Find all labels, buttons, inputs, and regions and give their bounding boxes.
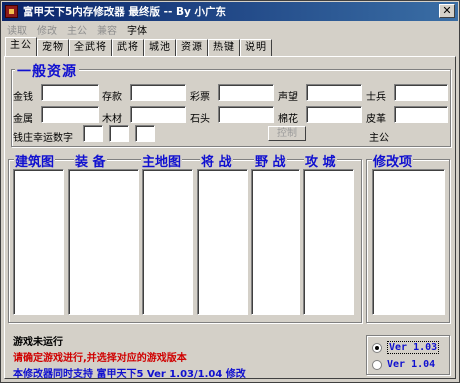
tab-lord[interactable]: 主公 (5, 37, 37, 56)
tab-strip: 主公 宠物 全武将 武将 城池 资源 热键 说明 (5, 37, 272, 56)
game-status-text: 游戏未运行 (13, 337, 63, 348)
equipment-list[interactable] (68, 169, 139, 315)
menu-compat[interactable]: 兼容 (92, 22, 122, 37)
label-lucky-number: 钱庄幸运数字 (13, 133, 73, 144)
building-list[interactable] (13, 169, 64, 315)
radio-ver-104[interactable]: Ver 1.04 (372, 359, 435, 370)
main-window: 富甲天下5内存修改器 最终版 -- By 小广东 ✕ 读取 修改 主公 兼容 字… (0, 0, 460, 383)
deposit-field[interactable] (130, 84, 186, 101)
label-money: 金钱 (13, 92, 33, 103)
tab-hotkeys[interactable]: 热键 (208, 39, 240, 56)
control-button[interactable]: 控制 (268, 126, 306, 141)
radio-ver-103[interactable]: Ver 1.03 (372, 341, 440, 354)
stone-field[interactable] (218, 106, 274, 123)
radio-104-dot[interactable] (372, 359, 382, 370)
tab-generals[interactable]: 武将 (112, 39, 144, 56)
field-battle-list[interactable] (251, 169, 300, 315)
tab-help[interactable]: 说明 (240, 39, 272, 56)
label-soldiers: 士兵 (366, 92, 386, 103)
menu-font[interactable]: 字体 (122, 22, 152, 37)
radio-104-label[interactable]: Ver 1.04 (387, 359, 435, 370)
menu-lord[interactable]: 主公 (62, 22, 92, 37)
label-fame: 声望 (278, 92, 298, 103)
tab-resources[interactable]: 资源 (176, 39, 208, 56)
header-general-battle: 将 战 (200, 151, 233, 170)
leather-field[interactable] (394, 106, 448, 123)
menu-read[interactable]: 读取 (2, 22, 32, 37)
tab-pets[interactable]: 宠物 (37, 39, 69, 56)
header-equipment: 装 备 (74, 151, 107, 170)
soldiers-field[interactable] (394, 84, 448, 101)
header-main-map: 主地图 (141, 151, 183, 170)
tab-cities[interactable]: 城池 (144, 39, 176, 56)
tab-all-generals[interactable]: 全武将 (69, 39, 112, 56)
cotton-field[interactable] (306, 106, 362, 123)
header-building: 建筑图 (14, 151, 56, 170)
fame-field[interactable] (306, 84, 362, 101)
label-lord: 主公 (369, 133, 389, 144)
app-icon (5, 5, 18, 18)
menu-bar: 读取 修改 主公 兼容 字体 (2, 21, 458, 37)
title-bar[interactable]: 富甲天下5内存修改器 最终版 -- By 小广东 ✕ (2, 2, 458, 21)
radio-103-dot[interactable] (372, 342, 382, 353)
header-modify-items: 修改项 (372, 151, 414, 170)
modify-items-list[interactable] (372, 169, 445, 315)
label-lottery: 彩票 (190, 92, 210, 103)
wood-field[interactable] (130, 106, 186, 123)
label-cotton: 棉花 (278, 114, 298, 125)
label-leather: 皮革 (366, 114, 386, 125)
label-deposit: 存款 (102, 92, 122, 103)
money-field[interactable] (41, 84, 99, 101)
support-text: 本修改器同时支持 富甲天下5 Ver 1.03/1.04 修改 (13, 369, 246, 380)
header-field-battle: 野 战 (254, 151, 287, 170)
menu-modify[interactable]: 修改 (32, 22, 62, 37)
lucky-digit-1[interactable] (83, 125, 103, 142)
tab-panel: 一般资源 金钱 存款 彩票 声望 士兵 金属 木材 石头 棉花 皮革 钱庄幸运数… (4, 56, 456, 380)
siege-list[interactable] (303, 169, 354, 315)
lucky-digit-3[interactable] (135, 125, 155, 142)
label-metal: 金属 (13, 114, 33, 125)
lucky-digit-2[interactable] (109, 125, 129, 142)
warning-text: 请确定游戏进行,并选择对应的游戏版本 (13, 353, 187, 364)
metal-field[interactable] (41, 106, 99, 123)
resources-group-title: 一般资源 (15, 61, 79, 81)
close-button[interactable]: ✕ (439, 4, 455, 18)
general-battle-list[interactable] (197, 169, 248, 315)
header-siege: 攻 城 (304, 151, 337, 170)
lottery-field[interactable] (218, 84, 274, 101)
label-wood: 木材 (102, 114, 122, 125)
label-stone: 石头 (190, 114, 210, 125)
main-map-list[interactable] (142, 169, 193, 315)
window-title: 富甲天下5内存修改器 最终版 -- By 小广东 (23, 6, 226, 18)
radio-103-label[interactable]: Ver 1.03 (387, 341, 440, 354)
